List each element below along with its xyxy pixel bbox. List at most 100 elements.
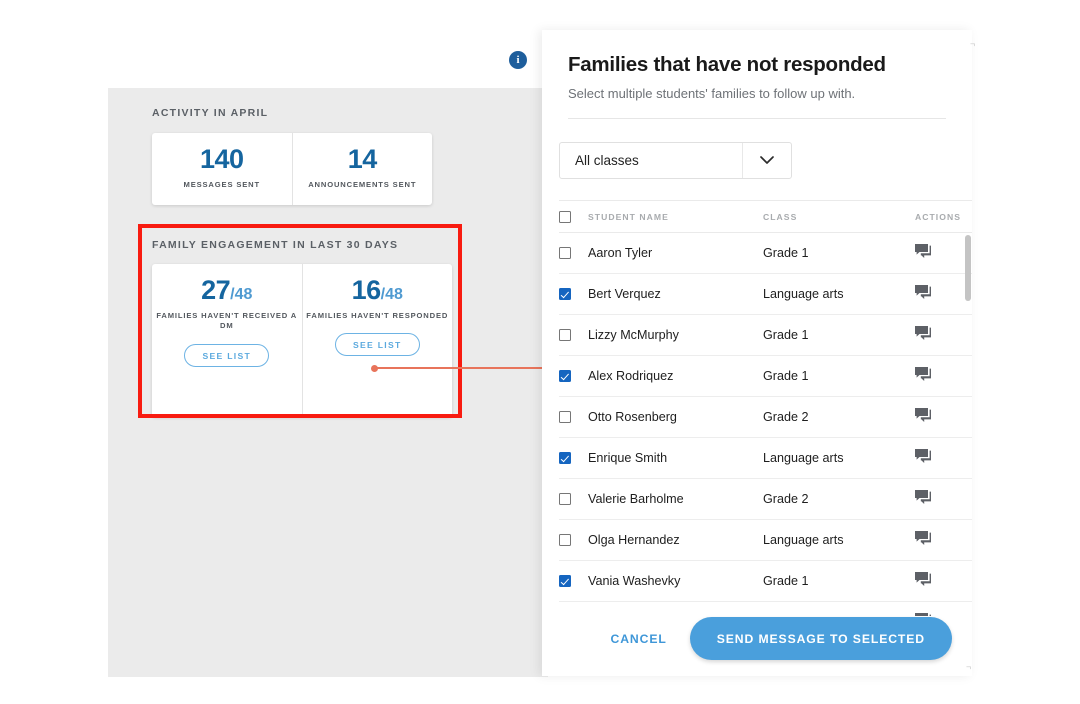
select-all-checkbox[interactable] — [559, 211, 571, 223]
message-icon[interactable] — [915, 613, 932, 616]
row-checkbox[interactable] — [559, 247, 571, 259]
row-checkbox[interactable] — [559, 411, 571, 423]
activity-stats-row: 140 MESSAGES SENT 14 ANNOUNCEMENTS SENT — [152, 133, 432, 205]
panel-corner-tick-bottom: ¬ — [966, 663, 971, 672]
student-name-cell: Ceasar Ortega — [588, 615, 763, 616]
student-name-cell: Olga Hernandez — [588, 533, 763, 547]
student-name-cell: Otto Rosenberg — [588, 410, 763, 424]
actions-cell — [911, 572, 972, 590]
row-checkbox-cell — [559, 370, 588, 382]
chevron-down-icon — [742, 143, 791, 178]
student-name-cell: Enrique Smith — [588, 451, 763, 465]
send-message-to-selected-button[interactable]: SEND MESSAGE TO SELECTED — [690, 617, 952, 660]
student-name-cell: Bert Verquez — [588, 287, 763, 301]
table-row[interactable]: Otto RosenbergGrade 2 — [559, 397, 972, 438]
table-scrollbar-thumb[interactable] — [965, 235, 971, 301]
dashboard-panel: ACTIVITY IN APRIL 140 MESSAGES SENT 14 A… — [108, 88, 548, 677]
messages-sent-value: 140 — [152, 146, 292, 173]
callout-line — [374, 367, 542, 369]
messages-sent-caption: MESSAGES SENT — [152, 180, 292, 190]
cancel-button[interactable]: CANCEL — [605, 631, 673, 647]
row-checkbox-cell — [559, 493, 588, 505]
table-row[interactable]: Olga HernandezLanguage arts — [559, 520, 972, 561]
actions-cell — [911, 285, 972, 303]
announcements-sent-caption: ANNOUNCEMENTS SENT — [293, 180, 433, 190]
student-name-cell: Lizzy McMurphy — [588, 328, 763, 342]
message-icon[interactable] — [915, 367, 932, 385]
announcements-sent-value: 14 — [293, 146, 433, 173]
actions-cell — [911, 531, 972, 549]
engagement-stats-row: 27/48 FAMILIES HAVEN'T RECEIVED A DM SEE… — [152, 264, 452, 417]
table-header-row: STUDENT NAME CLASS ACTIONS — [559, 200, 972, 233]
class-cell: Grade 1 — [763, 246, 911, 260]
message-icon[interactable] — [915, 244, 932, 262]
row-checkbox-cell — [559, 575, 588, 587]
stat-card-messages-sent: 140 MESSAGES SENT — [152, 133, 292, 205]
row-checkbox-cell — [559, 452, 588, 464]
row-checkbox[interactable] — [559, 534, 571, 546]
class-filter-select[interactable]: All classes — [559, 142, 792, 179]
no-dm-caption: FAMILIES HAVEN'T RECEIVED A DM — [152, 311, 302, 332]
column-header-class: CLASS — [763, 212, 911, 222]
row-checkbox-cell — [559, 329, 588, 341]
student-name-cell: Aaron Tyler — [588, 246, 763, 260]
students-table: STUDENT NAME CLASS ACTIONS Aaron TylerGr… — [559, 200, 972, 616]
table-row[interactable]: Lizzy McMurphyGrade 1 — [559, 315, 972, 356]
class-cell: Language arts — [763, 451, 911, 465]
table-row[interactable]: Valerie BarholmeGrade 2 — [559, 479, 972, 520]
actions-cell — [911, 408, 972, 426]
actions-cell — [911, 449, 972, 467]
message-icon[interactable] — [915, 326, 932, 344]
table-row[interactable]: Alex RodriquezGrade 1 — [559, 356, 972, 397]
row-checkbox[interactable] — [559, 288, 571, 300]
column-header-actions: ACTIONS — [911, 212, 972, 222]
no-dm-denominator: /48 — [230, 286, 252, 303]
row-checkbox[interactable] — [559, 575, 571, 587]
no-dm-value: 27/48 — [152, 277, 302, 304]
message-icon[interactable] — [915, 285, 932, 303]
class-filter-value: All classes — [560, 153, 742, 168]
class-cell: Grade 1 — [763, 328, 911, 342]
see-list-button-no-dm[interactable]: SEE LIST — [184, 344, 269, 367]
class-cell: Language arts — [763, 287, 911, 301]
message-icon[interactable] — [915, 408, 932, 426]
actions-cell — [911, 613, 972, 616]
info-icon[interactable]: i — [509, 51, 527, 69]
class-cell: Language arts — [763, 533, 911, 547]
table-row[interactable]: Bert VerquezLanguage arts — [559, 274, 972, 315]
panel-header: Families that have not responded Select … — [542, 30, 972, 119]
families-modal-panel: ¬ Families that have not responded Selec… — [542, 30, 972, 676]
see-list-button-not-responded[interactable]: SEE LIST — [335, 333, 420, 356]
activity-section-label: ACTIVITY IN APRIL — [152, 107, 268, 119]
row-checkbox[interactable] — [559, 452, 571, 464]
table-row[interactable]: Vania WashevkyGrade 1 — [559, 561, 972, 602]
not-responded-caption: FAMILIES HAVEN'T RESPONDED — [303, 311, 453, 321]
actions-cell — [911, 367, 972, 385]
class-cell: Grade 1 — [763, 369, 911, 383]
column-header-student-name: STUDENT NAME — [588, 212, 763, 222]
page-title: Families that have not responded — [568, 53, 946, 77]
message-icon[interactable] — [915, 531, 932, 549]
table-scrollbar-track[interactable] — [965, 233, 971, 616]
select-all-cell — [559, 211, 588, 223]
stat-card-no-dm: 27/48 FAMILIES HAVEN'T RECEIVED A DM SEE… — [152, 264, 302, 417]
row-checkbox[interactable] — [559, 493, 571, 505]
row-checkbox-cell — [559, 411, 588, 423]
message-icon[interactable] — [915, 490, 932, 508]
panel-corner-tick: ¬ — [970, 40, 975, 49]
row-checkbox[interactable] — [559, 329, 571, 341]
table-rows-container: Aaron TylerGrade 1Bert VerquezLanguage a… — [559, 233, 972, 616]
no-dm-numerator: 27 — [201, 275, 230, 305]
student-name-cell: Valerie Barholme — [588, 492, 763, 506]
message-icon[interactable] — [915, 449, 932, 467]
stat-card-announcements-sent: 14 ANNOUNCEMENTS SENT — [292, 133, 433, 205]
not-responded-denominator: /48 — [381, 286, 403, 303]
table-row[interactable]: Aaron TylerGrade 1 — [559, 233, 972, 274]
row-checkbox[interactable] — [559, 370, 571, 382]
table-row[interactable]: Ceasar OrtegaGrade 1 — [559, 602, 972, 616]
table-row[interactable]: Enrique SmithLanguage arts — [559, 438, 972, 479]
class-cell: Grade 2 — [763, 492, 911, 506]
actions-cell — [911, 490, 972, 508]
panel-footer: CANCEL SEND MESSAGE TO SELECTED — [542, 617, 972, 660]
message-icon[interactable] — [915, 572, 932, 590]
